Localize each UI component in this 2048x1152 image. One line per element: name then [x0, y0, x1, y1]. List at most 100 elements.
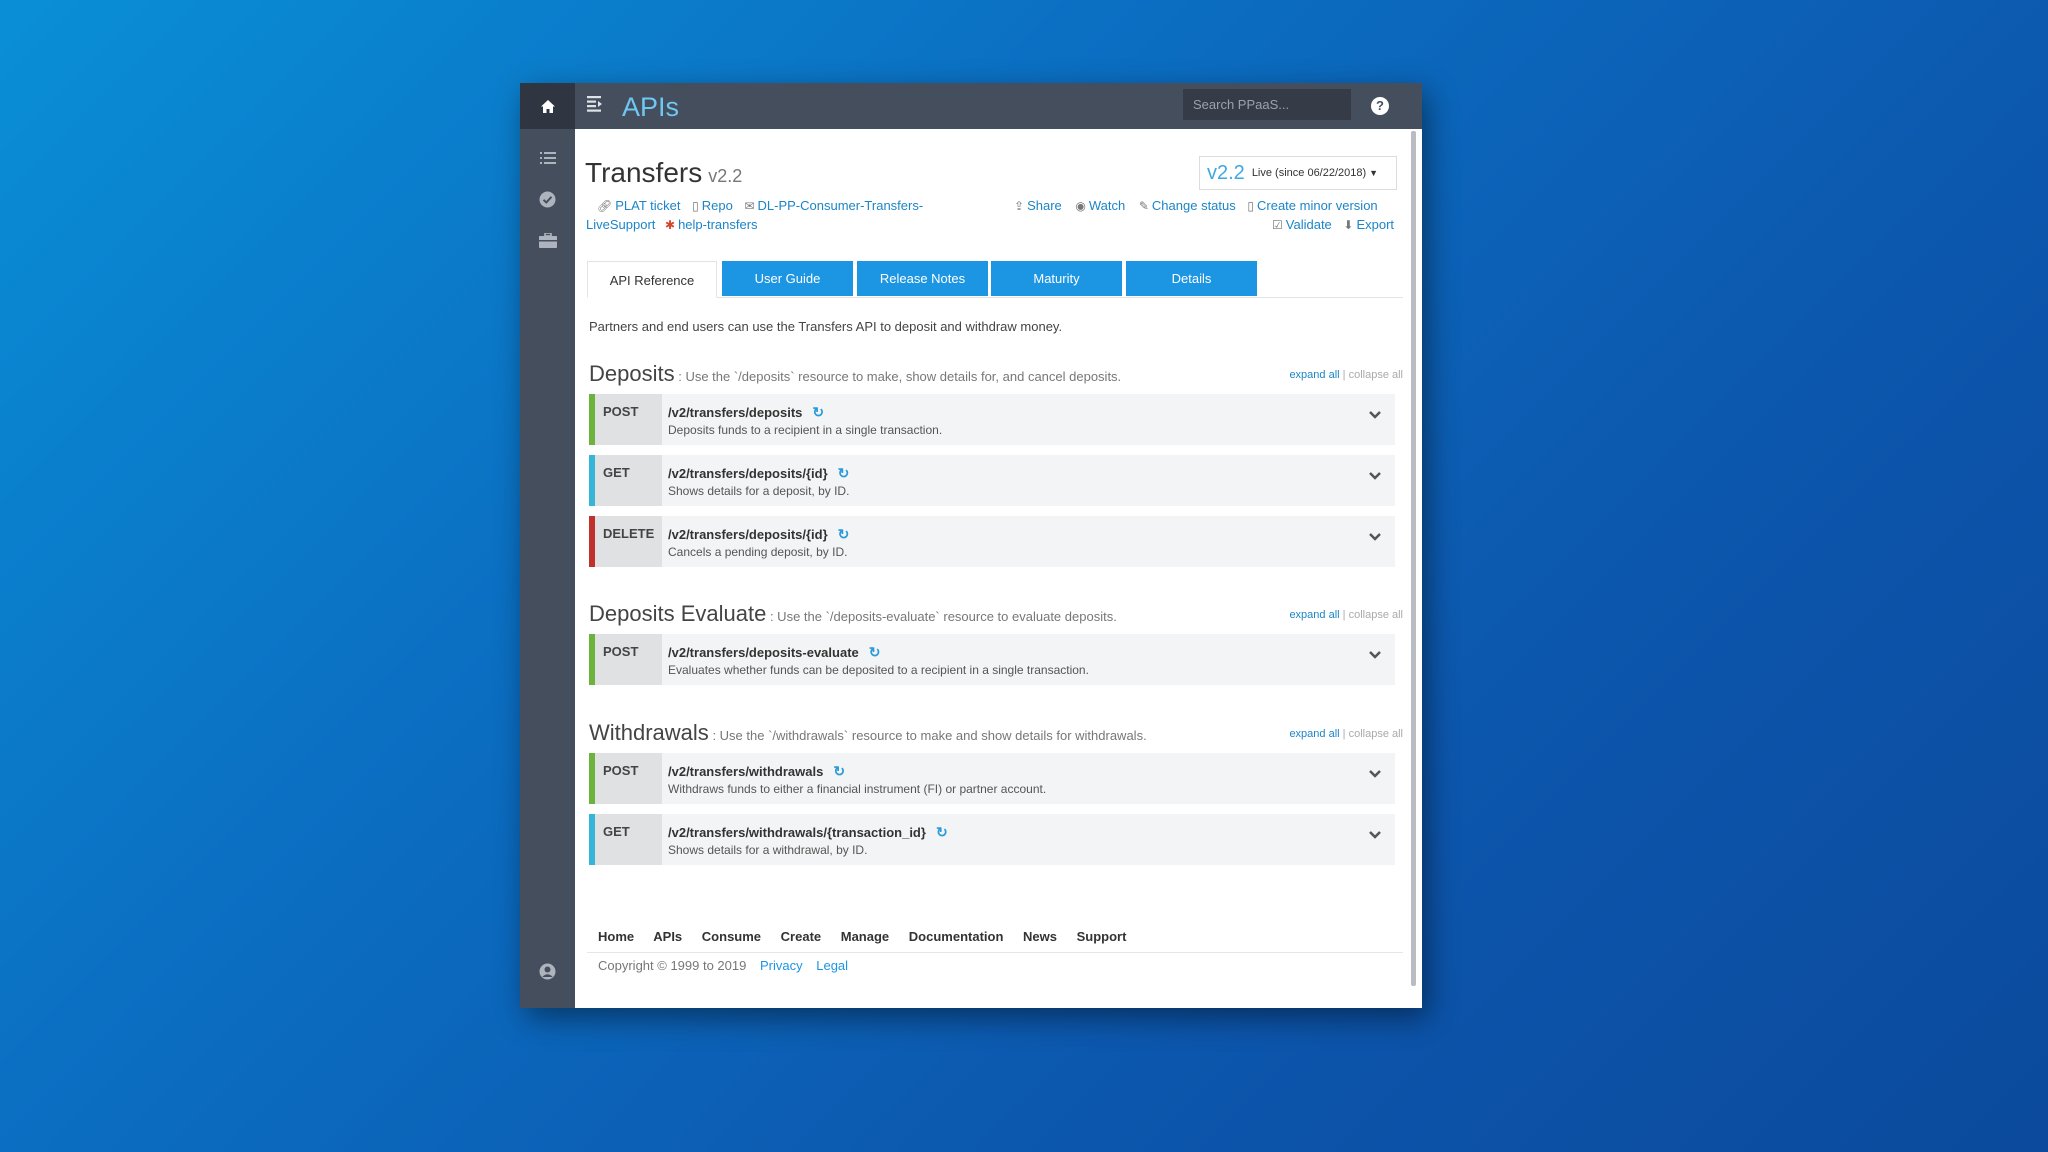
- operation-post-deposits[interactable]: POST /v2/transfers/deposits ↻ Deposits fu…: [589, 394, 1395, 445]
- book-icon: ▯: [1247, 199, 1254, 213]
- tab-maturity[interactable]: Maturity: [991, 261, 1122, 296]
- main-content: Transfers v2.2 v2.2 Live (since 06/22/201…: [575, 129, 1411, 1008]
- tab-bar: API Reference User Guide Release Notes M…: [587, 258, 1403, 298]
- caret-down-icon: ▼: [1369, 168, 1379, 178]
- privacy-link[interactable]: Privacy: [760, 958, 803, 973]
- expand-all-link[interactable]: expand all: [1289, 369, 1339, 381]
- footer-link-apis[interactable]: APIs: [653, 929, 682, 944]
- copyright-text: Copyright © 1999 to 2019: [598, 958, 747, 973]
- tab-user-guide[interactable]: User Guide: [722, 261, 853, 296]
- expand-all-link[interactable]: expand all: [1289, 609, 1339, 621]
- share-icon: ⇪: [1014, 199, 1025, 213]
- validate-link[interactable]: Validate: [1286, 217, 1332, 232]
- operation-get-withdrawal[interactable]: GET /v2/transfers/withdrawals/{transacti…: [589, 814, 1395, 865]
- check-circle-icon: [539, 191, 556, 207]
- legal-link[interactable]: Legal: [816, 958, 848, 973]
- list-nav-button[interactable]: [520, 143, 575, 173]
- section-title: Deposits Evaluate: [589, 601, 767, 626]
- pencil-icon: ✎: [1138, 199, 1149, 213]
- method-badge: POST: [595, 753, 662, 804]
- operation-get-deposit[interactable]: GET /v2/transfers/deposits/{id} ↻ Shows d…: [589, 455, 1395, 506]
- tab-details[interactable]: Details: [1126, 261, 1257, 296]
- method-badge: DELETE: [595, 516, 662, 567]
- footer-link-home[interactable]: Home: [598, 929, 634, 944]
- check-nav-button[interactable]: [520, 184, 575, 214]
- refresh-icon[interactable]: ↻: [869, 644, 881, 661]
- separator: |: [1342, 609, 1346, 621]
- download-icon: ⬇: [1343, 218, 1354, 232]
- api-links-row2: LiveSupport ✱ help-transfers: [586, 217, 758, 232]
- operation-summary: Deposits funds to a recipient in a singl…: [668, 423, 943, 437]
- chevron-down-icon[interactable]: [1368, 769, 1382, 779]
- chevron-down-icon[interactable]: [1368, 650, 1382, 660]
- sidebar-toggle-button[interactable]: [587, 96, 603, 117]
- api-name: Transfers: [585, 157, 703, 188]
- refresh-icon[interactable]: ↻: [812, 404, 824, 421]
- slack-channel-link[interactable]: help-transfers: [678, 217, 757, 232]
- chevron-down-icon[interactable]: [1368, 410, 1382, 420]
- collapse-all-link[interactable]: collapse all: [1349, 728, 1403, 740]
- version-selector[interactable]: v2.2 Live (since 06/22/2018) ▼: [1199, 156, 1397, 190]
- operation-post-withdrawals[interactable]: POST /v2/transfers/withdrawals ↻ Withdraw…: [589, 753, 1395, 804]
- chevron-down-icon[interactable]: [1368, 532, 1382, 542]
- chevron-down-icon[interactable]: [1368, 471, 1382, 481]
- home-button[interactable]: [520, 83, 575, 129]
- footer-link-news[interactable]: News: [1023, 929, 1057, 944]
- refresh-icon[interactable]: ↻: [833, 763, 845, 780]
- footer-link-documentation[interactable]: Documentation: [909, 929, 1004, 944]
- operation-summary: Shows details for a deposit, by ID.: [668, 484, 850, 498]
- create-minor-version-link[interactable]: Create minor version: [1257, 198, 1378, 213]
- footer-link-support[interactable]: Support: [1077, 929, 1127, 944]
- expand-collapse-deposits-evaluate: expand all | collapse all: [1289, 609, 1403, 621]
- expand-all-link[interactable]: expand all: [1289, 728, 1339, 740]
- validate-icon: ☑: [1272, 218, 1283, 232]
- page-title: APIs: [622, 92, 680, 122]
- collapse-all-link[interactable]: collapse all: [1349, 609, 1403, 621]
- plat-ticket-link[interactable]: PLAT ticket: [615, 198, 680, 213]
- method-badge: POST: [595, 394, 662, 445]
- link-icon: 🔗︎: [597, 199, 613, 213]
- search-input[interactable]: [1183, 89, 1351, 120]
- tab-api-reference[interactable]: API Reference: [587, 261, 717, 298]
- collapse-all-link[interactable]: collapse all: [1349, 369, 1403, 381]
- operation-path: /v2/transfers/withdrawals ↻: [668, 763, 846, 780]
- scrollbar[interactable]: [1411, 131, 1416, 986]
- refresh-icon[interactable]: ↻: [838, 526, 850, 543]
- support-email-link-cont[interactable]: LiveSupport: [586, 217, 655, 232]
- footer-link-create[interactable]: Create: [781, 929, 821, 944]
- help-icon[interactable]: ?: [1371, 97, 1389, 115]
- operation-path: /v2/transfers/deposits ↻: [668, 404, 825, 421]
- user-nav-button[interactable]: [520, 956, 575, 986]
- api-actions: ⇪ Share ◉ Watch ✎ Change status ▯ Create min…: [1014, 198, 1378, 213]
- watch-link[interactable]: Watch: [1089, 198, 1125, 213]
- repo-link[interactable]: Repo: [702, 198, 733, 213]
- footer-link-manage[interactable]: Manage: [841, 929, 889, 944]
- change-status-link[interactable]: Change status: [1152, 198, 1236, 213]
- chevron-down-icon[interactable]: [1368, 830, 1382, 840]
- briefcase-icon: [538, 232, 557, 248]
- export-link[interactable]: Export: [1356, 217, 1394, 232]
- method-badge: GET: [595, 455, 662, 506]
- section-description: : Use the `/withdrawals` resource to mak…: [712, 728, 1147, 743]
- share-link[interactable]: Share: [1027, 198, 1062, 213]
- operation-path: /v2/transfers/deposits-evaluate ↻: [668, 644, 881, 661]
- tab-release-notes[interactable]: Release Notes: [857, 261, 988, 296]
- section-header-deposits: Deposits : Use the `/deposits` resource …: [589, 361, 1121, 387]
- refresh-icon[interactable]: ↻: [936, 824, 948, 841]
- section-title: Withdrawals: [589, 720, 709, 745]
- refresh-icon[interactable]: ↻: [838, 465, 850, 482]
- footer-link-consume[interactable]: Consume: [702, 929, 761, 944]
- briefcase-nav-button[interactable]: [520, 225, 575, 255]
- operation-summary: Evaluates whether funds can be deposited…: [668, 663, 1089, 677]
- menu-icon: [587, 96, 602, 112]
- home-icon: [540, 99, 555, 113]
- operation-delete-deposit[interactable]: DELETE /v2/transfers/deposits/{id} ↻ Canc…: [589, 516, 1395, 567]
- user-circle-icon: [539, 963, 556, 979]
- operation-post-deposits-evaluate[interactable]: POST /v2/transfers/deposits-evaluate ↻ Ev…: [589, 634, 1395, 685]
- section-description: : Use the `/deposits` resource to make, …: [678, 369, 1122, 384]
- operation-summary: Withdraws funds to either a financial in…: [668, 782, 1047, 796]
- support-email-link[interactable]: DL-PP-Consumer-Transfers-: [758, 198, 924, 213]
- method-badge: POST: [595, 634, 662, 685]
- section-header-deposits-evaluate: Deposits Evaluate : Use the `/deposits-e…: [589, 601, 1117, 627]
- operation-path: /v2/transfers/deposits/{id} ↻: [668, 465, 850, 482]
